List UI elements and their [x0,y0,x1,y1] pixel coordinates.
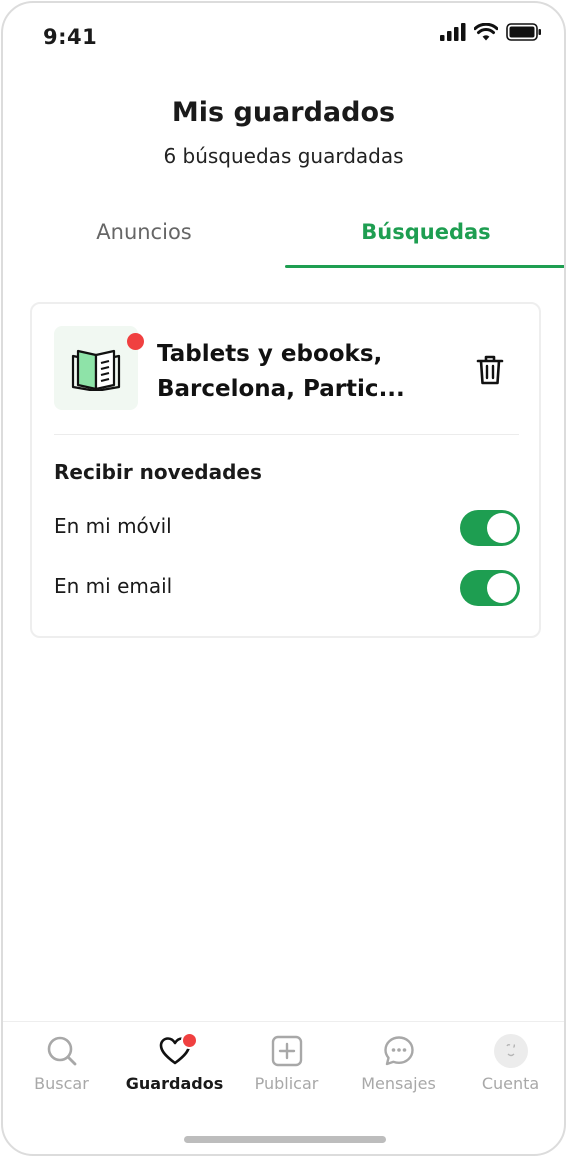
nav-label-publicar: Publicar [254,1074,319,1093]
toggle-knob [487,573,517,603]
nav-label-cuenta: Cuenta [481,1074,540,1093]
new-results-dot [127,333,144,350]
saved-search-title-line2: Barcelona, Partic... [157,376,405,402]
tab-bar: Anuncios Búsquedas [3,199,564,269]
trash-icon [476,355,504,385]
nav-label-buscar: Buscar [34,1074,89,1093]
search-icon [45,1034,79,1068]
toggle-knob [487,513,517,543]
nav-item-cuenta[interactable]: Cuenta [454,1022,564,1117]
active-tab-indicator [285,265,564,268]
wifi-icon [474,23,498,41]
tab-busquedas[interactable]: Búsquedas [285,199,564,269]
guardados-badge [181,1032,198,1049]
notifications-section-title: Recibir novedades [54,460,262,484]
card-divider [54,434,519,435]
avatar [493,1034,528,1068]
saved-search-card[interactable]: Tablets y ebooks, Barcelona, Partic... R… [30,302,541,638]
email-notifications-toggle[interactable] [460,570,520,606]
avatar-icon [493,1034,528,1068]
setting-label-email: En mi email [54,574,173,598]
status-icons [440,23,542,41]
delete-button[interactable] [470,350,510,390]
nav-item-buscar[interactable]: Buscar [5,1022,118,1117]
nav-item-publicar[interactable]: Publicar [230,1022,343,1117]
chat-icon [382,1034,416,1068]
status-time: 9:41 [43,25,98,49]
setting-row-email: En mi email [54,570,520,606]
plus-square-icon [270,1034,304,1068]
nav-label-guardados: Guardados [125,1074,224,1093]
home-indicator [184,1136,386,1143]
page-title: Mis guardados [171,97,396,128]
tab-anuncios[interactable]: Anuncios [3,199,285,269]
saved-search-title: Tablets y ebooks, Barcelona, Partic... [157,337,447,407]
battery-icon [506,23,541,41]
setting-label-mobile: En mi móvil [54,514,172,538]
setting-row-mobile: En mi móvil [54,510,520,546]
nav-item-guardados[interactable]: Guardados [118,1022,231,1117]
cellular-signal-icon [440,23,466,41]
status-bar: 9:41 [3,3,564,73]
category-thumbnail [54,326,138,410]
page-subtitle: 6 búsquedas guardadas [163,144,404,168]
open-book-icon [71,349,121,391]
nav-item-mensajes[interactable]: Mensajes [342,1022,455,1117]
nav-label-mensajes: Mensajes [361,1074,436,1093]
bottom-nav: Buscar Guardados Publicar Mensajes Cuent… [3,1021,564,1117]
saved-search-title-line1: Tablets y ebooks, [157,341,383,367]
mobile-notifications-toggle[interactable] [460,510,520,546]
phone-frame: 9:41 Mis guardados 6 búsquedas guardadas… [1,1,566,1156]
